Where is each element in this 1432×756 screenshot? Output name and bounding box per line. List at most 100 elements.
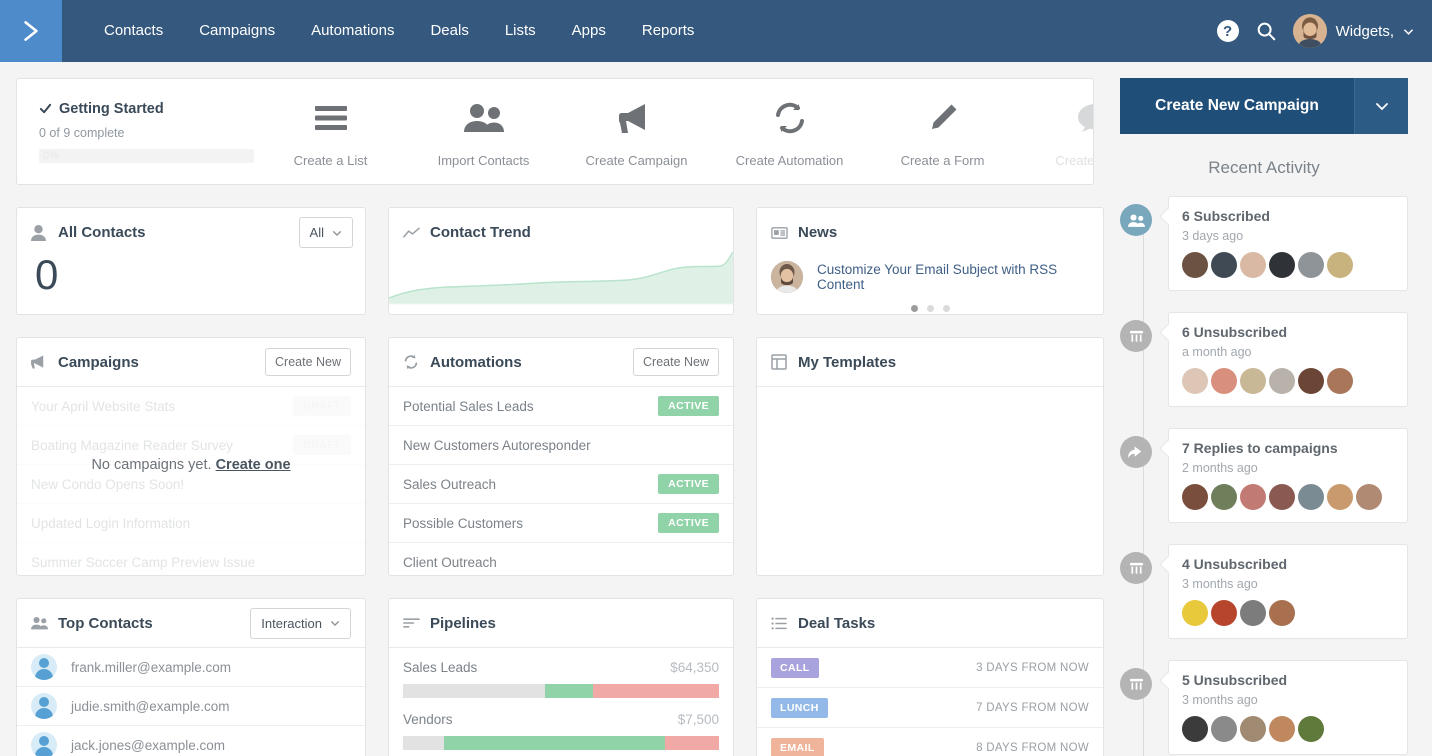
help-icon[interactable]: ? xyxy=(1217,20,1239,42)
main-content: Getting Started 0 of 9 complete 0% Creat… xyxy=(0,62,1110,756)
step-create-a-list[interactable]: Create a List xyxy=(254,95,407,168)
contacts-filter-select[interactable]: All xyxy=(299,217,353,248)
step-label: Create a Deal xyxy=(1019,153,1094,168)
avatar xyxy=(31,732,57,756)
activity-item[interactable]: 5 Unsubscribed 3 months ago xyxy=(1168,660,1408,755)
nav-item-contacts[interactable]: Contacts xyxy=(86,0,181,62)
all-contacts-column: All Contacts All 0 xyxy=(16,207,366,315)
pipeline-row-header: Sales Leads $64,350 xyxy=(403,660,719,675)
pipeline-bar xyxy=(403,736,719,750)
pipeline-item[interactable]: Vendors $7,500 xyxy=(389,700,733,752)
news-item[interactable]: Customize Your Email Subject with RSS Co… xyxy=(757,257,1103,293)
list-item[interactable]: LUNCH 7 DAYS FROM NOW xyxy=(757,688,1103,728)
megaphone-icon xyxy=(560,95,713,141)
status-badge: DRAFT xyxy=(293,435,351,455)
avatar xyxy=(1182,716,1208,742)
getting-started-steps: Create a List Import Contacts Create Cam… xyxy=(254,95,1094,168)
nav-item-deals[interactable]: Deals xyxy=(412,0,486,62)
automation-name: Possible Customers xyxy=(403,516,523,531)
news-headline-link[interactable]: Customize Your Email Subject with RSS Co… xyxy=(817,262,1089,292)
stats-row: All Contacts All 0 Contact Trend xyxy=(16,207,1094,315)
list-item[interactable]: judie.smith@example.com xyxy=(17,687,365,726)
news-title: News xyxy=(798,224,837,241)
list-item[interactable]: jack.jones@example.com xyxy=(17,726,365,756)
avatar xyxy=(1182,600,1208,626)
task-type-badge: CALL xyxy=(771,658,819,678)
account-menu[interactable]: Widgets, xyxy=(1293,14,1414,48)
step-create-campaign[interactable]: Create Campaign xyxy=(560,95,713,168)
list-item[interactable]: EMAIL 8 DAYS FROM NOW xyxy=(757,728,1103,756)
automations-create-new-button[interactable]: Create New xyxy=(633,348,719,376)
template-icon xyxy=(771,354,788,371)
my-templates-card: My Templates xyxy=(756,337,1104,576)
list-item[interactable]: New Customers Autoresponder xyxy=(389,426,733,465)
avatar xyxy=(1327,368,1353,394)
contact-trend-card: Contact Trend xyxy=(388,207,734,315)
create-one-link[interactable]: Create one xyxy=(216,457,291,473)
nav-item-reports[interactable]: Reports xyxy=(624,0,713,62)
activity-card: 4 Unsubscribed 3 months ago xyxy=(1168,544,1408,639)
automations-card: Automations Create New Potential Sales L… xyxy=(388,337,734,576)
create-new-campaign-button[interactable]: Create New Campaign xyxy=(1120,78,1354,134)
nav-item-apps[interactable]: Apps xyxy=(554,0,624,62)
avatar xyxy=(1298,368,1324,394)
nav-item-lists[interactable]: Lists xyxy=(487,0,554,62)
create-campaign-dropdown-toggle[interactable] xyxy=(1354,78,1408,134)
status-badge: ACTIVE xyxy=(658,513,719,533)
avatar xyxy=(1327,252,1353,278)
activity-title: 6 Unsubscribed xyxy=(1182,324,1394,340)
unsubscribe-icon xyxy=(1120,320,1152,352)
step-label: Create Campaign xyxy=(560,153,713,168)
campaigns-column: Campaigns Create New Your April Website … xyxy=(16,337,366,576)
chevron-down-icon xyxy=(1374,98,1390,114)
list-item[interactable]: Possible Customers ACTIVE xyxy=(389,504,733,543)
campaigns-create-new-button[interactable]: Create New xyxy=(265,348,351,376)
progress-percent-label: 0% xyxy=(43,149,59,163)
right-sidebar: Create New Campaign Recent Activity 6 Su… xyxy=(1110,62,1432,756)
activity-avatars xyxy=(1182,716,1394,742)
activity-item[interactable]: 7 Replies to campaigns 2 months ago xyxy=(1168,428,1408,523)
people-icon xyxy=(1120,204,1152,236)
nav-item-automations[interactable]: Automations xyxy=(293,0,412,62)
deal-tasks-card: Deal Tasks CALL 3 DAYS FROM NOW LUNCH 7 … xyxy=(756,598,1104,756)
task-due: 3 DAYS FROM NOW xyxy=(976,662,1089,674)
chevron-down-icon xyxy=(330,618,340,628)
top-contacts-sort-select[interactable]: Interaction xyxy=(250,608,351,639)
activity-title: 6 Subscribed xyxy=(1182,208,1394,224)
step-label: Create a Form xyxy=(866,153,1019,168)
pipeline-row-header: Vendors $7,500 xyxy=(403,712,719,727)
list-item[interactable]: Potential Sales LeadsACTIVE xyxy=(389,387,733,426)
activity-time: a month ago xyxy=(1182,345,1394,359)
getting-started-title: Getting Started xyxy=(39,101,254,117)
step-create-a-deal[interactable]: Create a Deal xyxy=(1019,95,1094,168)
avatar xyxy=(1240,368,1266,394)
automation-name: Sales Outreach xyxy=(403,477,496,492)
nav-item-campaigns[interactable]: Campaigns xyxy=(181,0,293,62)
step-create-a-form[interactable]: Create a Form xyxy=(866,95,1019,168)
pipeline-item[interactable]: Sales Leads $64,350 xyxy=(389,648,733,700)
campaigns-ghost-list: Your April Website StatsDRAFT Boating Ma… xyxy=(17,387,365,576)
getting-started-progressbar: 0% xyxy=(39,149,254,163)
list-item[interactable]: CALL 3 DAYS FROM NOW xyxy=(757,648,1103,688)
avatar xyxy=(31,693,57,719)
activity-item[interactable]: 4 Unsubscribed 3 months ago xyxy=(1168,544,1408,639)
step-create-automation[interactable]: Create Automation xyxy=(713,95,866,168)
search-icon[interactable] xyxy=(1255,20,1277,42)
pencil-icon xyxy=(866,95,1019,141)
step-import-contacts[interactable]: Import Contacts xyxy=(407,95,560,168)
app-logo[interactable] xyxy=(0,0,62,62)
list-item[interactable]: Sales OutreachACTIVE xyxy=(389,465,733,504)
carousel-dot-1[interactable] xyxy=(911,305,918,312)
activity-time: 2 months ago xyxy=(1182,461,1394,475)
campaign-name: Boating Magazine Reader Survey xyxy=(31,438,233,453)
activity-item[interactable]: 6 Subscribed 3 days ago xyxy=(1168,196,1408,291)
activity-avatars xyxy=(1182,368,1394,394)
activity-item[interactable]: 6 Unsubscribed a month ago xyxy=(1168,312,1408,407)
list-item[interactable]: Client Outreach xyxy=(389,543,733,576)
nav-right-actions: ? Widgets, xyxy=(1217,0,1432,62)
deal-tasks-title: Deal Tasks xyxy=(798,615,875,632)
carousel-dot-2[interactable] xyxy=(927,305,934,312)
carousel-dot-3[interactable] xyxy=(943,305,950,312)
top-contacts-title: Top Contacts xyxy=(58,615,153,632)
list-item[interactable]: frank.miller@example.com xyxy=(17,648,365,687)
